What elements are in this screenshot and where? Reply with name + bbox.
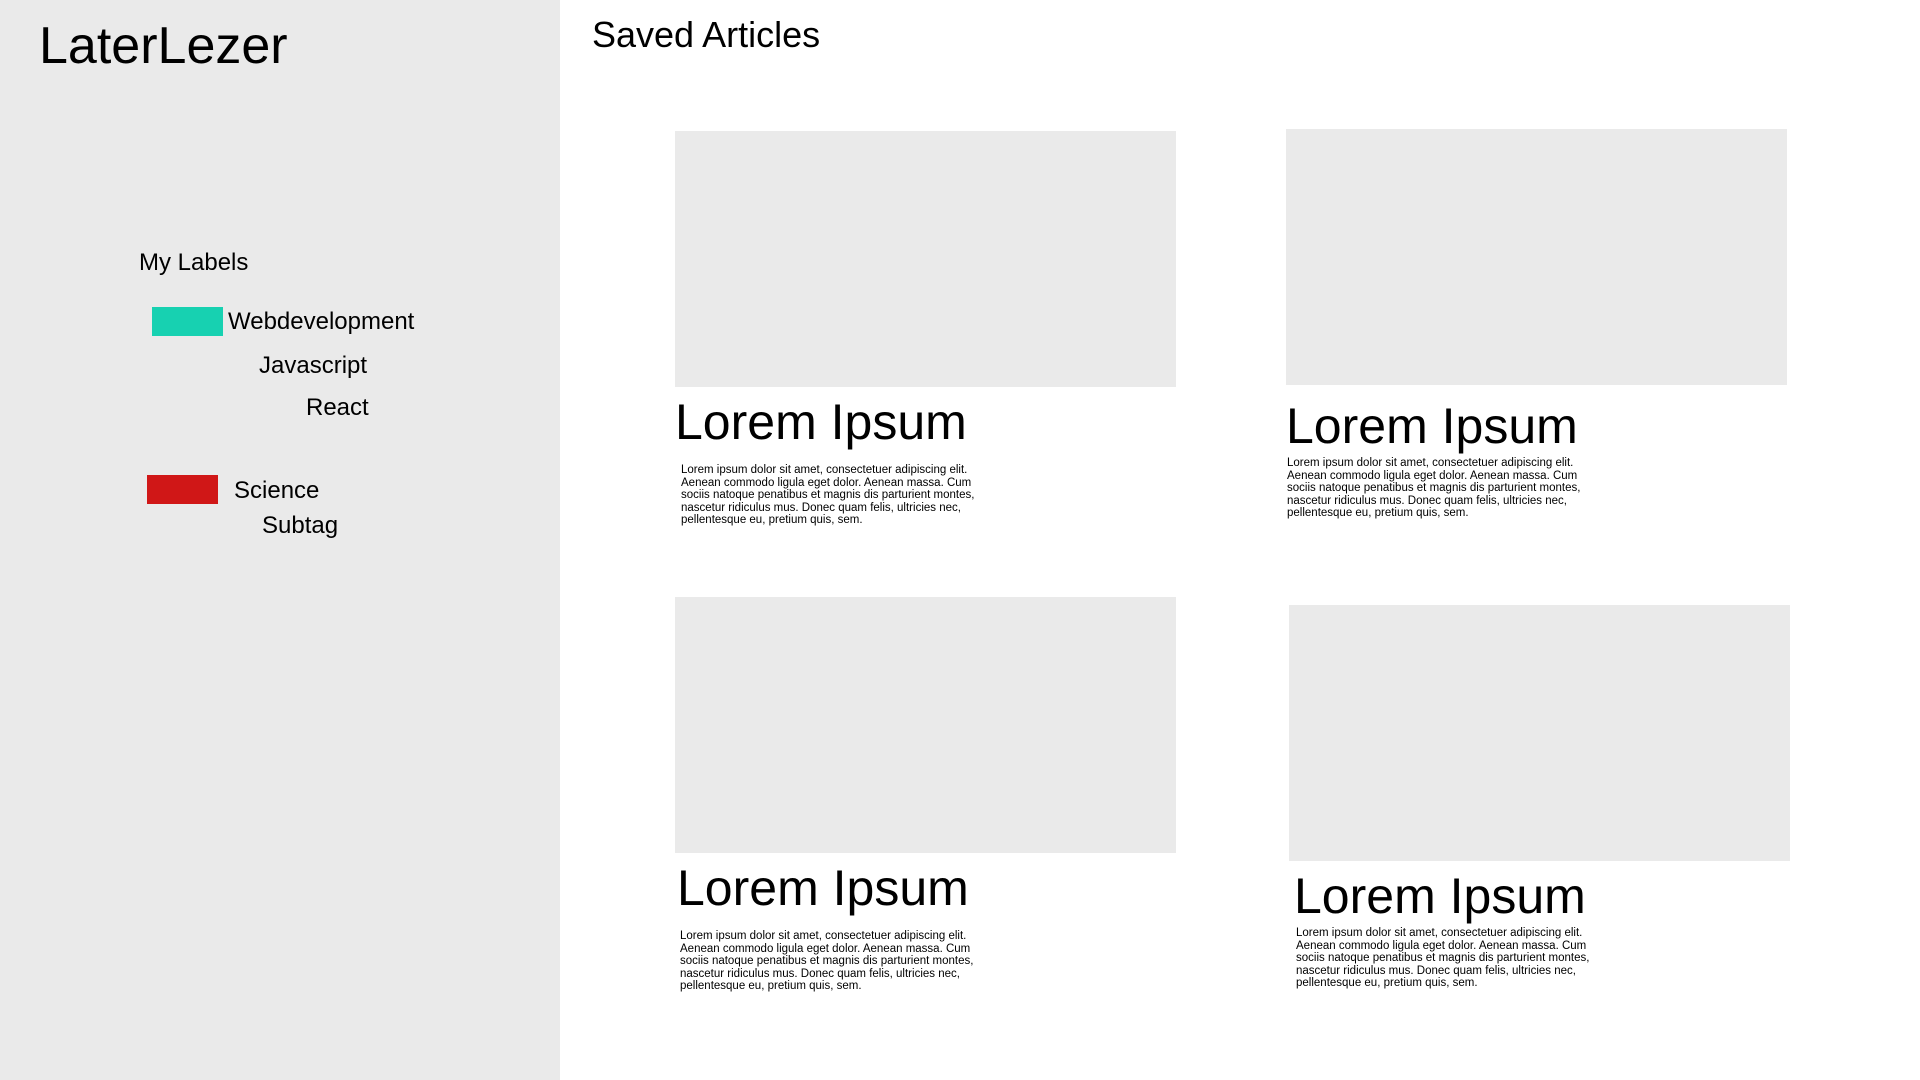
article-card[interactable]: Lorem Ipsum Lorem ipsum dolor sit amet, … xyxy=(675,131,1176,527)
sidebar: LaterLezer My Labels Webdevelopment Java… xyxy=(0,0,560,1080)
article-thumbnail xyxy=(1289,605,1790,861)
label-color-swatch-science xyxy=(147,475,218,504)
labels-heading: My Labels xyxy=(139,249,249,276)
article-card[interactable]: Lorem Ipsum Lorem ipsum dolor sit amet, … xyxy=(1286,129,1787,520)
label-item-react[interactable]: React xyxy=(306,393,369,423)
app-title: LaterLezer xyxy=(39,17,288,75)
article-title[interactable]: Lorem Ipsum xyxy=(677,859,1176,917)
article-card[interactable]: Lorem Ipsum Lorem ipsum dolor sit amet, … xyxy=(675,597,1176,993)
article-excerpt: Lorem ipsum dolor sit amet, consectetuer… xyxy=(681,464,975,526)
article-card[interactable]: Lorem Ipsum Lorem ipsum dolor sit amet, … xyxy=(1289,605,1790,990)
page-title: Saved Articles xyxy=(592,14,821,55)
label-item-science[interactable]: Science xyxy=(234,476,319,506)
article-thumbnail xyxy=(675,597,1176,853)
label-item-subtag[interactable]: Subtag xyxy=(262,511,338,541)
article-excerpt: Lorem ipsum dolor sit amet, consectetuer… xyxy=(680,930,974,992)
label-item-javascript[interactable]: Javascript xyxy=(259,351,367,381)
article-thumbnail xyxy=(1286,129,1787,385)
article-title[interactable]: Lorem Ipsum xyxy=(675,393,1176,451)
label-color-swatch-webdevelopment xyxy=(152,307,223,336)
article-excerpt: Lorem ipsum dolor sit amet, consectetuer… xyxy=(1296,927,1590,989)
label-item-webdevelopment[interactable]: Webdevelopment xyxy=(228,307,414,337)
article-title[interactable]: Lorem Ipsum xyxy=(1286,397,1787,455)
article-title[interactable]: Lorem Ipsum xyxy=(1294,867,1790,925)
article-thumbnail xyxy=(675,131,1176,387)
article-excerpt: Lorem ipsum dolor sit amet, consectetuer… xyxy=(1287,457,1581,519)
